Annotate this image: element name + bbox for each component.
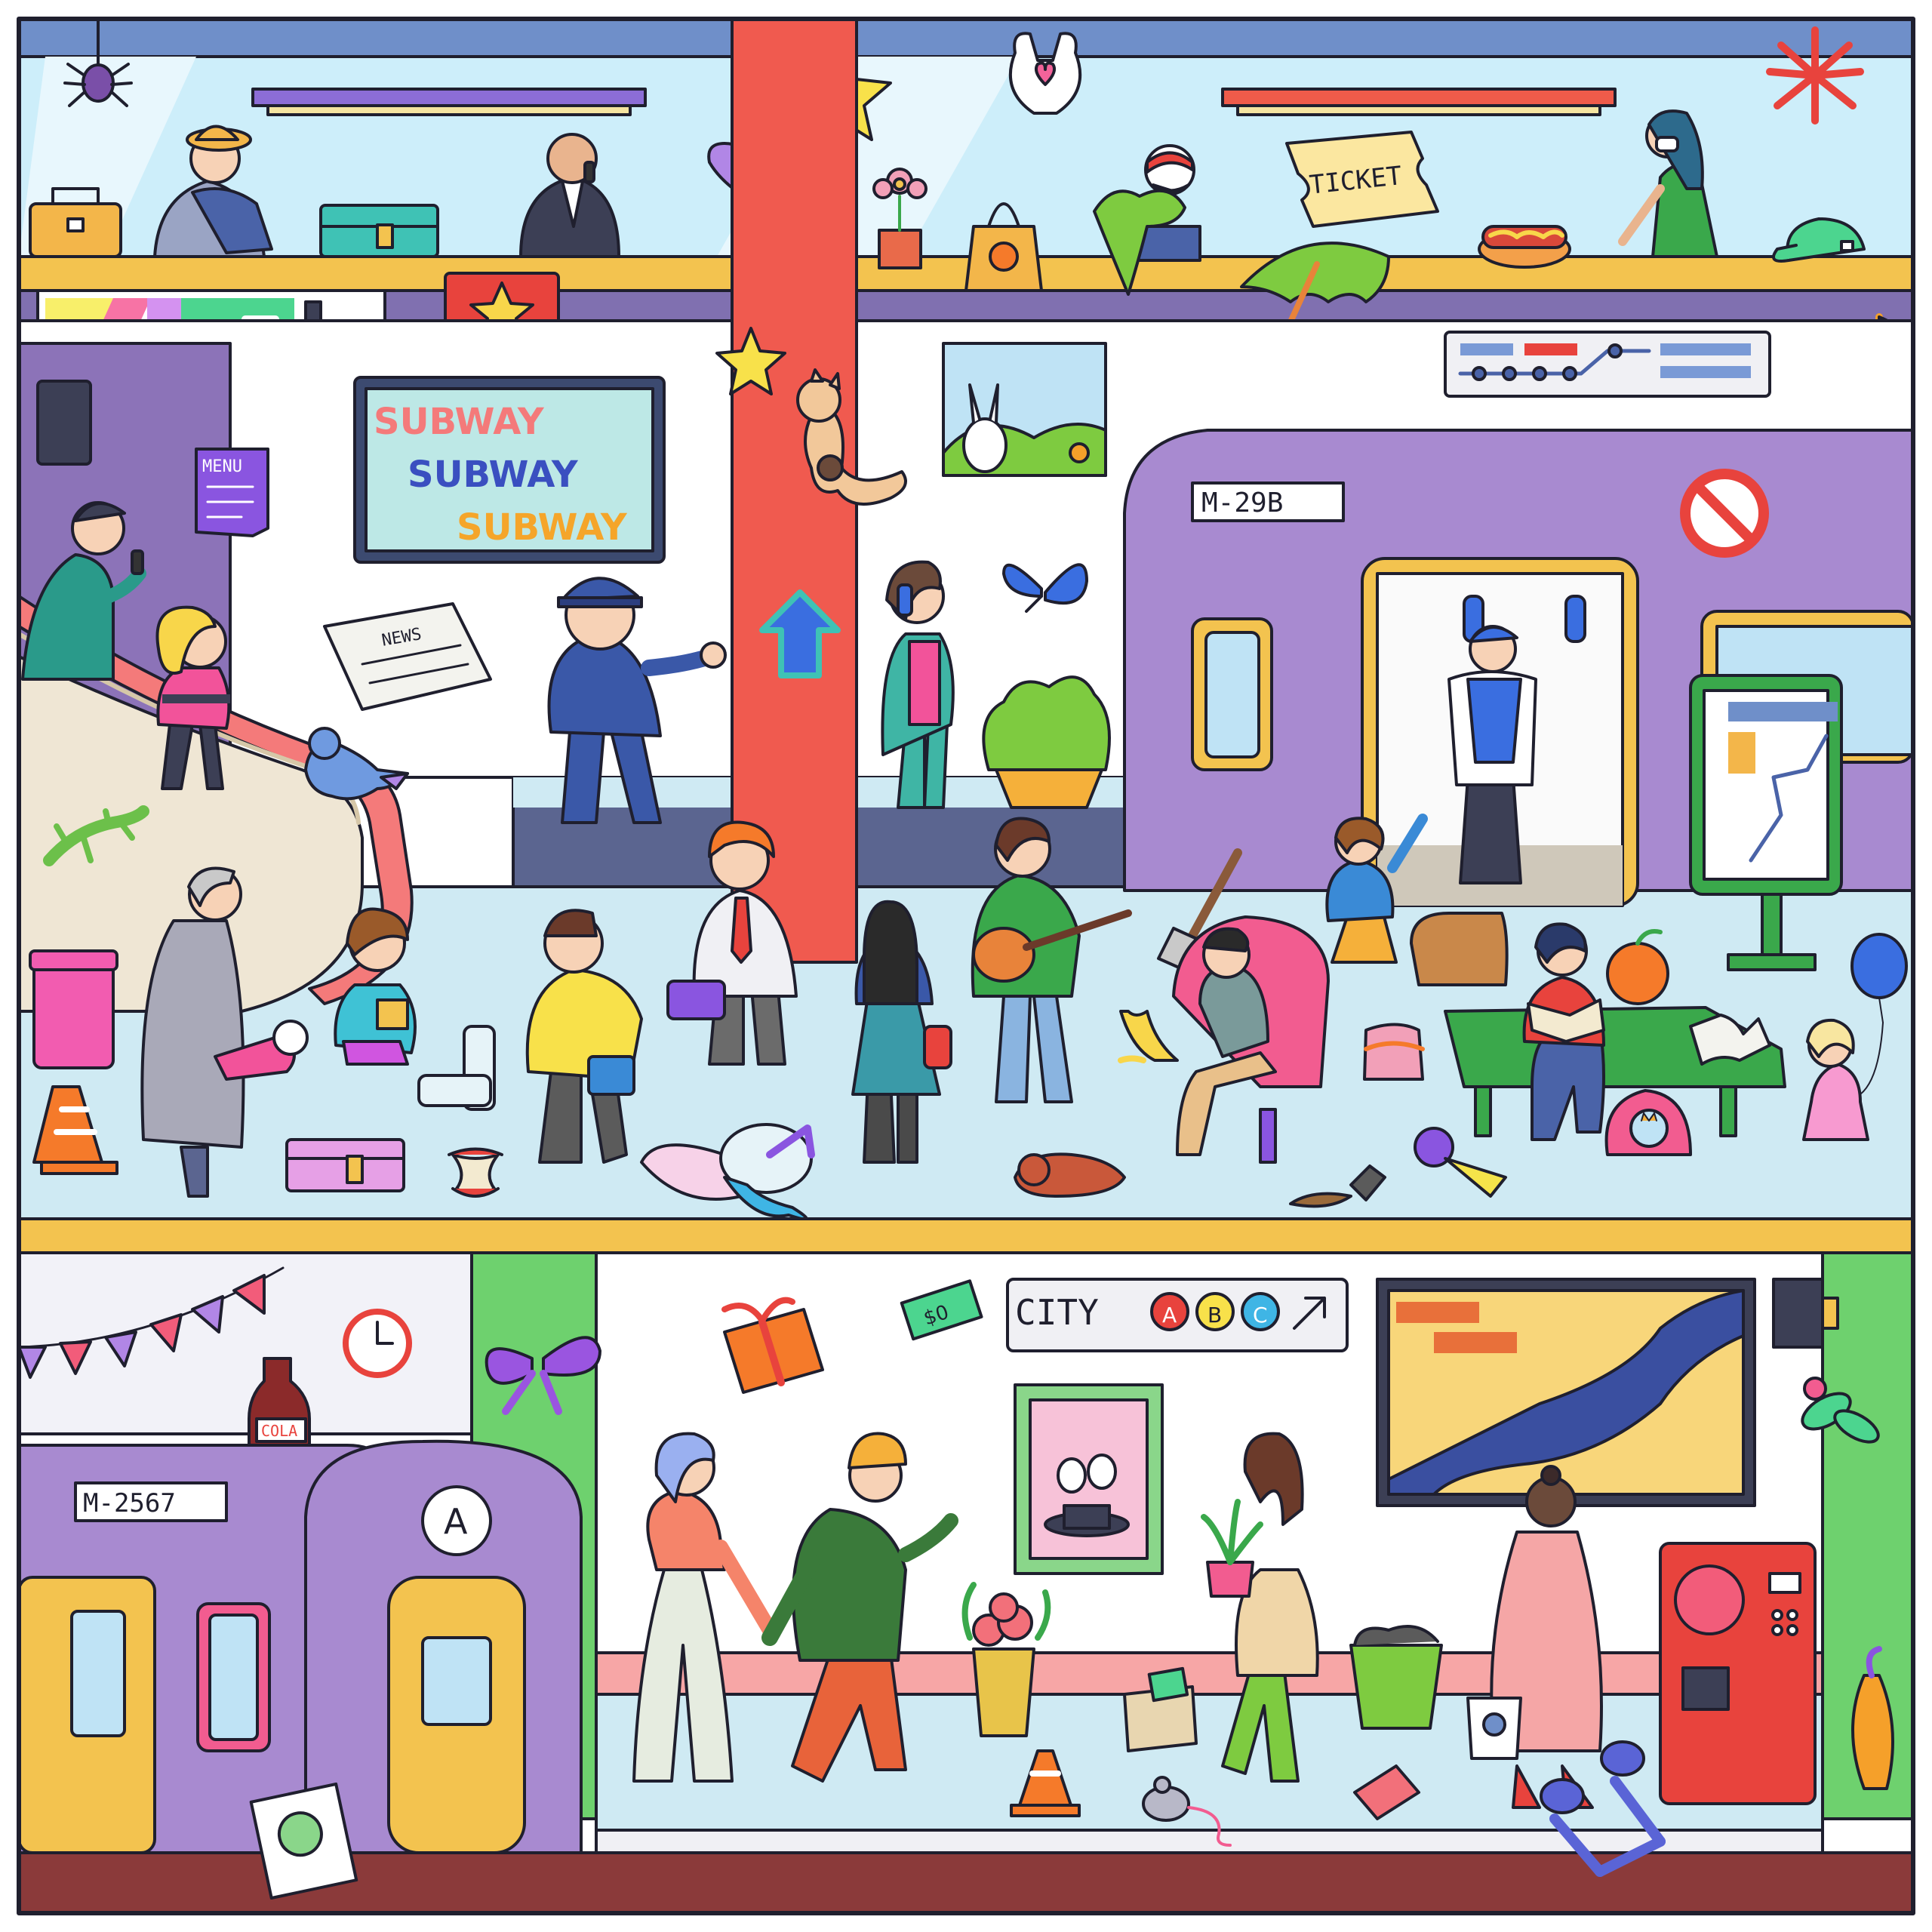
river-map-poster xyxy=(1376,1278,1756,1507)
ceiling-light xyxy=(251,88,647,107)
cola-label: COLA xyxy=(261,1422,297,1440)
recycle-bin-icon[interactable] xyxy=(29,949,118,1069)
menu-label: MENU xyxy=(202,457,242,476)
metro-map-panel xyxy=(1444,331,1771,398)
vending-machine-icon[interactable] xyxy=(1659,1542,1817,1805)
bunny-poster-icon[interactable] xyxy=(942,342,1107,477)
platform-stripe xyxy=(595,1651,1824,1696)
pink-bag-icon[interactable] xyxy=(1363,1023,1425,1081)
magic-hat-poster-icon[interactable] xyxy=(1014,1383,1164,1575)
hidden-objects-scene: TICKET M-29B SUBWAY SUBWAY SUBWAY MENU N… xyxy=(0,0,1932,1932)
suitcase-icon[interactable] xyxy=(319,204,439,258)
clock-icon[interactable] xyxy=(343,1309,412,1378)
lower-level: COLA M-2567 A CITY A B C $0 xyxy=(17,1251,1915,1915)
train-number-lower: M-2567 xyxy=(83,1488,176,1518)
door-letter: A xyxy=(444,1501,468,1542)
scene-canvas: TICKET M-29B SUBWAY SUBWAY SUBWAY MENU N… xyxy=(17,17,1915,1915)
ticket-icon[interactable]: TICKET xyxy=(1285,131,1439,228)
line-b-label: B xyxy=(1208,1303,1222,1327)
station-sign[interactable]: CITY A B C xyxy=(1006,1278,1349,1352)
pink-suitcase-icon[interactable] xyxy=(285,1138,405,1192)
menu-note-icon[interactable]: MENU xyxy=(195,448,269,537)
ceiling-light-glow xyxy=(1236,104,1601,116)
recycle-bin-icon[interactable] xyxy=(1349,1625,1443,1730)
middle-ledge xyxy=(17,1217,1915,1254)
subway-tv[interactable]: SUBWAY SUBWAY SUBWAY xyxy=(353,376,666,564)
ceiling xyxy=(17,17,1915,58)
line-a-label: A xyxy=(1162,1303,1177,1327)
subway-text-3: SUBWAY xyxy=(457,506,628,549)
ceiling-light-glow xyxy=(266,104,632,116)
station-city-label: CITY xyxy=(1015,1292,1099,1333)
ceiling-light xyxy=(1221,88,1617,107)
photo-icon[interactable] xyxy=(249,1782,358,1900)
hotdog-icon[interactable] xyxy=(1478,225,1571,269)
line-c-label: C xyxy=(1253,1303,1268,1327)
speaker-icon xyxy=(36,380,92,466)
no-entry-icon[interactable] xyxy=(1680,469,1769,558)
subway-text-2: SUBWAY xyxy=(408,454,579,496)
train-number-upper: M-29B xyxy=(1201,488,1283,518)
subway-text-1: SUBWAY xyxy=(374,401,545,443)
bag-icon[interactable] xyxy=(1410,912,1509,986)
